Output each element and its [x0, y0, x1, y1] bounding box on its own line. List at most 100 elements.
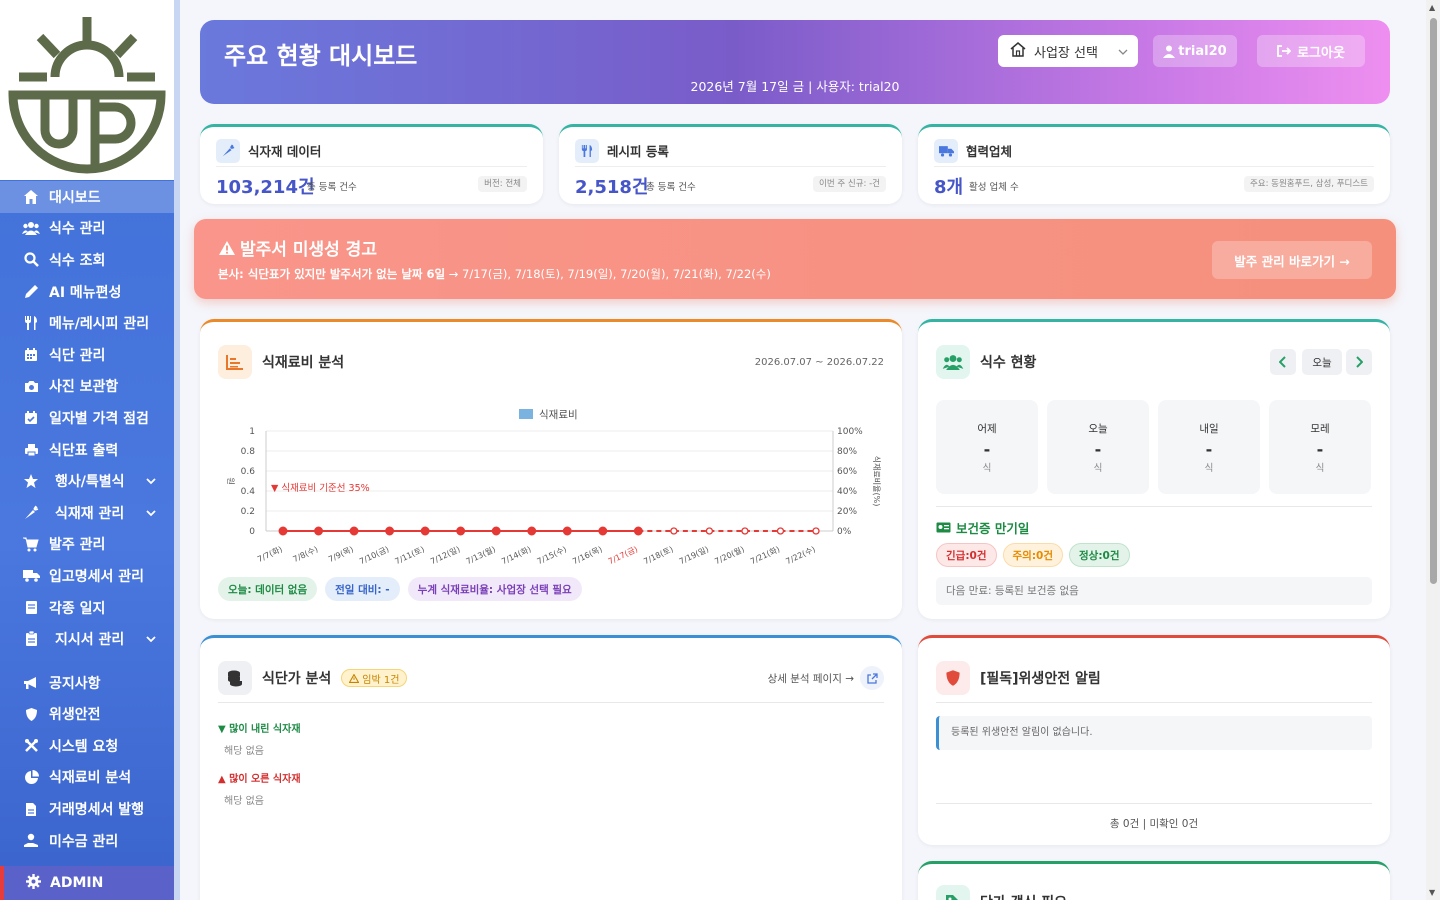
building-icon: [1010, 41, 1026, 61]
tag-icon: [936, 885, 970, 900]
go-orders-button[interactable]: 발주 관리 바로가기 →: [1212, 241, 1372, 279]
stat-value: 2,518건: [575, 177, 649, 198]
shield-icon: [22, 705, 40, 723]
chevron-down-icon: [146, 473, 156, 489]
imminent-badge: 임박 1건: [341, 669, 408, 687]
y2-axis-label: 식재료비율(%): [872, 456, 881, 507]
stat-tag: 주요: 동원홈푸드, 삼성, 푸디스트: [1243, 176, 1374, 192]
x-tick-label: 7/9(목): [327, 545, 355, 564]
down-ingredients-empty: 해당 없음: [224, 746, 264, 757]
price-update-panel: 단가 갱신 필요: [918, 861, 1390, 900]
x-tick-label: 7/13(월): [464, 544, 497, 566]
sidebar-item-orders[interactable]: 발주 관리: [0, 529, 174, 561]
safety-alert-panel: [필독]위생안전 알림 등록된 위생안전 알림이 없습니다. 총 0건 | 미확…: [918, 635, 1390, 845]
x-tick-label: 7/19(일): [678, 545, 710, 567]
logo-icon: [8, 17, 166, 174]
truck-icon: [22, 567, 40, 585]
urgent-badge: 긴급:0건: [936, 543, 997, 567]
header-subtitle: 2026년 7월 17일 금 | 사용자: trial20: [690, 79, 900, 94]
pie-chart-icon: [22, 768, 40, 786]
x-tick-label: 7/11(토): [394, 545, 426, 567]
next-day-button[interactable]: [1346, 349, 1372, 375]
cost-analysis-panel: 식재료비 분석 2026.07.07 ~ 2026.07.22 식재료비 0 0.2…: [200, 319, 902, 619]
sidebar-item-notice[interactable]: 공지사항: [0, 667, 174, 699]
data-point: [278, 526, 288, 536]
sidebar-item-events[interactable]: 행사/특별식: [0, 465, 174, 497]
data-point: [314, 526, 323, 536]
dashboard-header: 주요 현황 대시보드 2026년 7월 17일 금 | 사용자: trial20…: [200, 20, 1390, 104]
sidebar-item-system-request[interactable]: 시스템 요청: [0, 730, 174, 762]
data-point: [562, 526, 572, 536]
carrot-icon: [216, 138, 240, 163]
data-point: [349, 526, 359, 536]
shield-icon: [936, 661, 970, 695]
sidebar-item-receiving[interactable]: 입고명세서 관리: [0, 560, 174, 592]
meal-day-after-tomorrow: 모레 - 식: [1269, 400, 1371, 494]
scrollbar-thumb[interactable]: [1430, 18, 1437, 584]
external-link-icon: [866, 672, 878, 684]
sidebar-item-dashboard[interactable]: 대시보드: [0, 181, 174, 213]
sidebar-item-receivables[interactable]: 미수금 관리: [0, 825, 174, 857]
sidebar-item-photos[interactable]: 사진 보관함: [0, 371, 174, 403]
users-icon: [936, 345, 970, 379]
user-icon: [1163, 45, 1176, 58]
chevron-down-icon: [1118, 44, 1128, 59]
data-point: [385, 526, 395, 536]
panel-title: 단가 갱신 필요: [980, 892, 1067, 900]
x-tick-label: 7/17(금): [607, 545, 639, 567]
sidebar-item-logs[interactable]: 각종 일지: [0, 592, 174, 624]
sidebar-item-price-check[interactable]: 일자별 가격 점검: [0, 402, 174, 434]
today-button[interactable]: 오늘: [1302, 349, 1342, 375]
scroll-up-icon[interactable]: ▲: [1429, 3, 1435, 12]
stat-card-vendors[interactable]: 협력업체 8개 활성 업체 수 주요: 동원홈푸드, 삼성, 푸디스트: [918, 124, 1390, 204]
bar-chart-icon: [218, 345, 252, 379]
user-button[interactable]: trial20: [1153, 35, 1237, 67]
x-tick-label: 7/20(월): [713, 544, 746, 566]
sidebar-item-instructions[interactable]: 지시서 관리: [0, 623, 174, 655]
baseline-label: ▼ 식재료비 기준선 35%: [271, 483, 370, 494]
logo[interactable]: [0, 0, 174, 180]
x-tick-label: 7/7(화): [256, 545, 284, 564]
data-point: [670, 527, 678, 535]
warning-icon: [349, 673, 360, 683]
sidebar-item-cost-analysis[interactable]: 식재료비 분석: [0, 762, 174, 794]
file-icon: [22, 800, 40, 818]
sidebar-item-admin[interactable]: ADMIN: [0, 866, 174, 900]
stat-tag: 이번 주 신규: -건: [813, 176, 886, 192]
legend-label: 식재료비: [539, 409, 578, 421]
warning-badge: 주의:0건: [1002, 543, 1063, 567]
sidebar-item-ingredients[interactable]: 식재재 관리: [0, 497, 174, 529]
safety-footer: 총 0건 | 미확인 0건: [1109, 818, 1199, 830]
site-select[interactable]: 사업장 선택: [998, 35, 1138, 67]
prev-day-button[interactable]: [1270, 349, 1296, 375]
sidebar-item-meal-count[interactable]: 식수 관리: [0, 213, 174, 245]
up-ingredients-title: ▲ 많이 오른 식자재: [218, 774, 301, 785]
stat-value: 8개: [934, 177, 964, 198]
data-point: [705, 527, 714, 535]
sidebar-item-ai-menu[interactable]: AI 메뉴편성: [0, 276, 174, 308]
page-scrollbar[interactable]: ▲ ▼: [1426, 0, 1440, 900]
logout-button[interactable]: 로그아웃: [1257, 35, 1365, 67]
panel-title: [필독]위생안전 알림: [980, 671, 1101, 687]
sidebar-item-menu-plan[interactable]: 식단 관리: [0, 339, 174, 371]
cost-line-chart: 식재료비 0 0.2 0.4 0.6 0.8 1 0% 20% 40% 60% 80% 100% 원 식재료…: [226, 409, 881, 567]
external-link-button[interactable]: [860, 666, 884, 690]
down-ingredients-title: ▼ 많이 내린 식자재: [218, 724, 301, 735]
sidebar-item-invoice[interactable]: 거래명세서 발행: [0, 793, 174, 825]
stat-card-recipes[interactable]: 레시피 등록 2,518건 총 등록 건수 이번 주 신규: -건: [559, 124, 902, 204]
sidebar-item-print[interactable]: 식단표 출력: [0, 434, 174, 466]
users-icon: [22, 219, 40, 237]
y-tick-label: 0.8: [241, 447, 256, 457]
sidebar-item-hygiene[interactable]: 위생안전: [0, 699, 174, 731]
health-cert-title: 보건증 만기일: [956, 521, 1030, 536]
meal-day-yesterday: 어제 - 식: [936, 400, 1038, 494]
sidebar-item-recipe[interactable]: 메뉴/레시피 관리: [0, 307, 174, 339]
id-card-icon: [936, 522, 951, 533]
sidebar-item-meal-search[interactable]: 식수 조회: [0, 244, 174, 276]
y-tick-label: 1: [249, 427, 255, 437]
stat-card-ingredients[interactable]: 식자재 데이터 103,214건 총 등록 건수 버전: 전체: [200, 124, 543, 204]
scroll-down-icon[interactable]: ▼: [1429, 888, 1435, 897]
alert-title: 발주서 미생성 경고: [240, 240, 377, 260]
warning-icon: [219, 240, 235, 255]
detail-analysis-link[interactable]: 상세 분석 페이지 →: [768, 671, 854, 686]
